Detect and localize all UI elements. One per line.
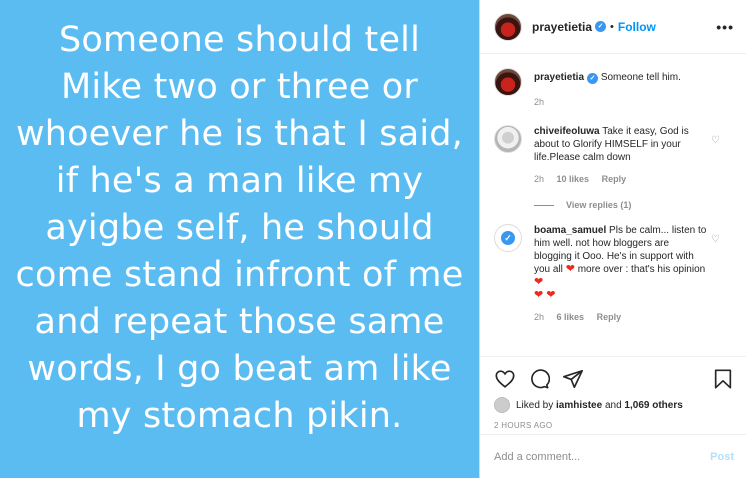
red-heart-icon: ❤ — [534, 276, 544, 288]
likes-summary: Liked by iamhistee and 1,069 others — [480, 393, 746, 413]
image-text-line: if he's a man like my — [55, 160, 424, 201]
comment-icon[interactable] — [528, 368, 550, 390]
view-replies-button[interactable]: View replies (1) — [534, 200, 732, 210]
reply-button[interactable]: Reply — [602, 174, 627, 184]
liker-username[interactable]: iamhistee — [556, 400, 602, 411]
post-timestamp[interactable]: 2 HOURS AGO — [480, 413, 746, 430]
caption-time[interactable]: 2h — [534, 97, 544, 107]
comment-text-continued: more over : that's his opinion — [577, 264, 706, 275]
comment-item: chiveifeoluwa Take it easy, God is about… — [494, 125, 732, 186]
commenter-avatar[interactable] — [494, 224, 522, 252]
post-actions: Liked by iamhistee and 1,069 others 2 HO… — [480, 356, 746, 478]
liker-avatar[interactable] — [494, 397, 510, 413]
author-username[interactable]: prayetietia — [532, 20, 592, 34]
comment-likes[interactable]: 10 likes — [557, 174, 590, 184]
likes-prefix: Liked by — [516, 399, 554, 411]
image-text-line: whoever he is that I said, — [15, 113, 464, 154]
heart-icon[interactable]: ♡ — [711, 234, 720, 245]
caption: prayetietia ✓ Someone tell him. 2h — [494, 68, 732, 109]
red-heart-icon: ❤ — [565, 263, 575, 275]
comment-username[interactable]: chiveifeoluwa — [534, 126, 600, 137]
caption-username[interactable]: prayetietia — [534, 72, 584, 83]
comment-time[interactable]: 2h — [534, 174, 544, 184]
add-comment-bar: Post — [480, 434, 746, 478]
post-sidebar: prayetietia ✓ • Follow ••• prayetietia ✓ … — [479, 0, 746, 478]
share-icon[interactable] — [562, 368, 584, 390]
image-text-line: come stand infront of me — [15, 254, 464, 295]
likes-middle: and — [604, 399, 622, 411]
action-bar — [480, 357, 746, 393]
caption-avatar[interactable] — [494, 68, 522, 96]
header-separator: • — [610, 20, 614, 33]
follow-button[interactable]: Follow — [618, 20, 656, 34]
likes-others[interactable]: 1,069 others — [624, 400, 682, 411]
post-button[interactable]: Post — [710, 451, 734, 463]
caption-text: Someone tell him. — [600, 72, 681, 83]
comments-list[interactable]: prayetietia ✓ Someone tell him. 2h chivei… — [480, 54, 746, 354]
commenter-avatar[interactable] — [494, 125, 522, 153]
verified-badge-icon: ✓ — [595, 21, 607, 32]
image-text-line: Mike two or three or — [61, 66, 418, 107]
red-hearts-icon: ❤ ❤ — [534, 289, 556, 301]
image-text-line: my stomach pikin. — [76, 395, 403, 436]
verified-badge-icon: ✓ — [587, 73, 599, 84]
heart-icon[interactable]: ♡ — [711, 135, 720, 146]
post-image-text: Someone should tell Mike two or three or… — [10, 17, 470, 440]
comment-time[interactable]: 2h — [534, 312, 544, 322]
image-text-line: Someone should tell — [58, 19, 421, 60]
reply-button[interactable]: Reply — [597, 312, 622, 322]
post-image[interactable]: Someone should tell Mike two or three or… — [0, 0, 479, 478]
bookmark-icon[interactable] — [712, 368, 734, 390]
heart-icon[interactable] — [494, 368, 516, 390]
image-text-line: words, I go beat am like — [27, 348, 452, 389]
comment-item: boama_samuel Pls be calm... listen to hi… — [494, 224, 732, 324]
comment-likes[interactable]: 6 likes — [557, 312, 585, 322]
comment-username[interactable]: boama_samuel — [534, 225, 606, 236]
image-text-line: ayigbe self, he should — [45, 207, 434, 248]
image-text-line: and repeat those same — [34, 301, 445, 342]
author-avatar[interactable] — [494, 12, 522, 41]
comment-input[interactable] — [494, 450, 711, 463]
view-replies-line — [534, 204, 554, 206]
post-header: prayetietia ✓ • Follow ••• — [480, 0, 746, 54]
view-replies-label: View replies (1) — [566, 200, 632, 210]
more-icon[interactable]: ••• — [716, 19, 734, 35]
